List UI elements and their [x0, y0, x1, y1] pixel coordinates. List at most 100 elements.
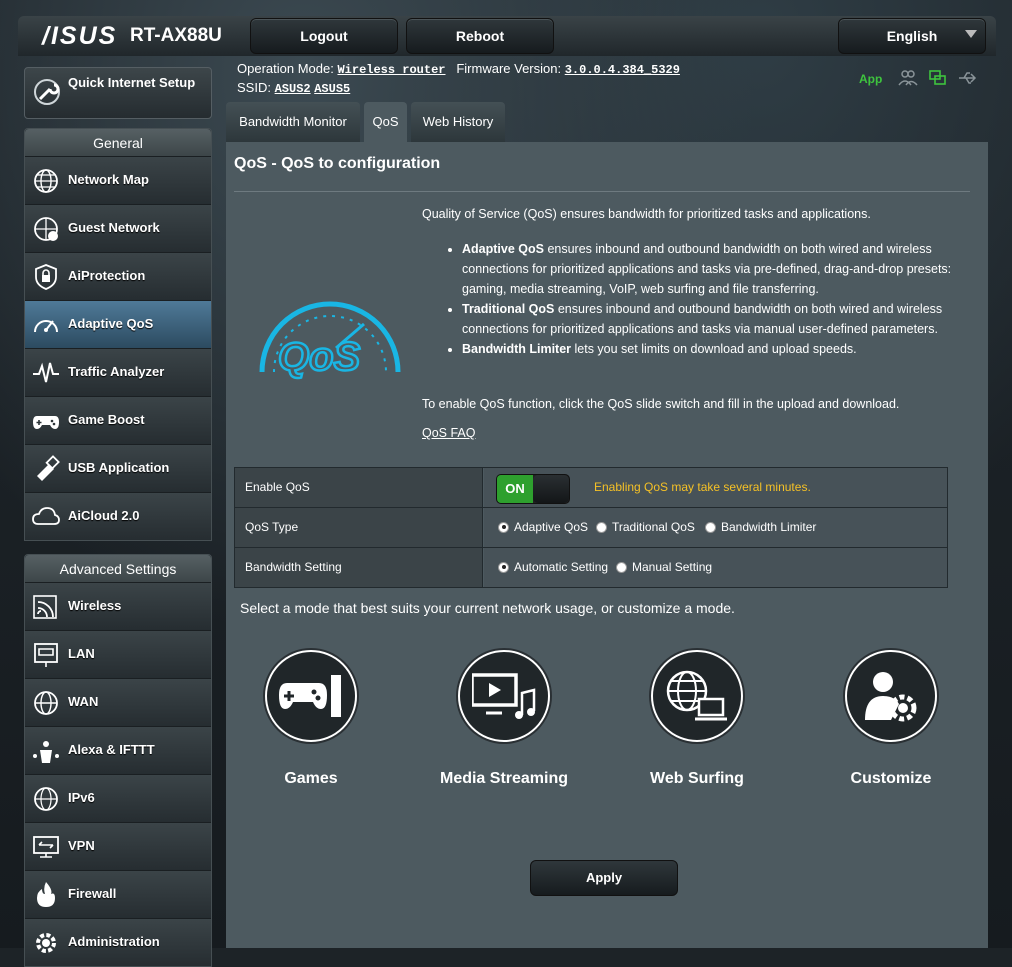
sidebar-item-firewall[interactable]: Firewall: [25, 870, 211, 918]
ssid-link-1[interactable]: ASUS2: [275, 82, 311, 96]
qos-faq-link[interactable]: QoS FAQ: [422, 426, 476, 440]
toggle-on-label: ON: [497, 475, 533, 503]
customize-icon: [865, 672, 917, 722]
sidebar-item-wireless[interactable]: Wireless: [25, 582, 211, 630]
sidebar-item-label: Firewall: [68, 886, 117, 901]
wan-globe-icon: [34, 691, 58, 715]
mode-games[interactable]: Games: [216, 650, 406, 788]
qos-warning: Enabling QoS may take several minutes.: [594, 480, 811, 494]
vpn-icon: [33, 836, 59, 858]
mode-circle: [845, 650, 937, 742]
tab-web-history[interactable]: Web History: [411, 102, 505, 142]
sidebar-item-label: Administration: [68, 934, 160, 949]
clients-icon[interactable]: [898, 68, 918, 88]
qos-type-cell: Adaptive QoS Traditional QoS Bandwidth L…: [484, 508, 947, 547]
apply-button[interactable]: Apply: [530, 860, 678, 896]
model-name: RT-AX88U: [130, 25, 222, 46]
list-item: Traditional QoS ensures inbound and outb…: [462, 299, 952, 339]
table-row: Enable QoS ON Enabling QoS may take seve…: [235, 468, 947, 508]
mode-circle: [265, 650, 357, 742]
sidebar-item-label: Adaptive QoS: [68, 316, 154, 331]
radio-automatic-setting[interactable]: Automatic Setting: [498, 560, 608, 574]
sidebar-item-aiprotection[interactable]: AiProtection: [25, 252, 211, 300]
qos-feature-list: Adaptive QoS ensures inbound and outboun…: [422, 239, 952, 359]
sidebar-item-network-map[interactable]: Network Map: [25, 156, 211, 204]
sidebar-item-lan[interactable]: LAN: [25, 630, 211, 678]
lock-icon: [35, 264, 57, 290]
sidebar-item-alexa-ifttt[interactable]: Alexa & IFTTT: [25, 726, 211, 774]
radio-dot: [705, 521, 716, 533]
app-link[interactable]: App: [859, 72, 882, 86]
top-header: /ISUS RT-AX88U Logout Reboot English: [18, 16, 996, 56]
reboot-button[interactable]: Reboot: [406, 18, 554, 54]
sidebar-item-wan[interactable]: WAN: [25, 678, 211, 726]
quick-internet-setup[interactable]: Quick Internet Setup: [24, 67, 212, 119]
sidebar-item-usb-application[interactable]: USB Application: [25, 444, 211, 492]
intro-text: Quality of Service (QoS) ensures bandwid…: [422, 207, 871, 221]
tab-qos[interactable]: QoS: [364, 102, 407, 142]
sidebar-item-game-boost[interactable]: Game Boost: [25, 396, 211, 444]
logout-button[interactable]: Logout: [250, 18, 398, 54]
radio-manual-setting[interactable]: Manual Setting: [616, 560, 712, 574]
firmware-link[interactable]: 3.0.0.4.384_5329: [565, 63, 680, 77]
sidebar-item-label: AiCloud 2.0: [68, 508, 140, 523]
tab-bandwidth-monitor[interactable]: Bandwidth Monitor: [226, 102, 360, 142]
sidebar-item-label: Traffic Analyzer: [68, 364, 165, 379]
cloud-icon: [32, 507, 60, 525]
mode-circle: [651, 650, 743, 742]
sidebar-item-label: IPv6: [68, 790, 95, 805]
mode-label: Web Surfing: [650, 770, 744, 787]
qos-logo-text: QoS: [278, 335, 361, 379]
wifi-icon: [33, 595, 57, 619]
operation-mode-row: Operation Mode: Wireless router Firmware…: [237, 61, 680, 77]
bandwidth-setting-label: Bandwidth Setting: [235, 548, 483, 587]
sidebar-item-administration[interactable]: Administration: [25, 918, 211, 966]
sidebar-item-adaptive-qos[interactable]: Adaptive QoS: [25, 300, 211, 348]
usb-status-icon[interactable]: [957, 68, 979, 88]
radio-label: Traditional QoS: [612, 520, 695, 534]
usb-icon: [37, 455, 60, 481]
sidebar-item-label: VPN: [68, 838, 95, 853]
sidebar-item-label: Alexa & IFTTT: [68, 742, 155, 757]
admin-gear-icon: [36, 933, 56, 953]
ssid-link-2[interactable]: ASUS5: [314, 82, 350, 96]
page-title: QoS - QoS to configuration: [234, 155, 441, 172]
operation-mode-link[interactable]: Wireless router: [337, 63, 445, 77]
enable-hint: To enable QoS function, click the QoS sl…: [422, 397, 900, 411]
list-item-title: Bandwidth Limiter: [462, 342, 572, 356]
chevron-down-icon: [965, 30, 977, 38]
alexa-icon: [33, 741, 59, 763]
radio-label: Automatic Setting: [514, 560, 609, 574]
sidebar-item-aicloud[interactable]: AiCloud 2.0: [25, 492, 211, 540]
enable-qos-label: Enable QoS: [235, 468, 483, 507]
sidebar-item-label: WAN: [68, 694, 99, 709]
radio-bandwidth-limiter[interactable]: Bandwidth Limiter: [705, 520, 816, 534]
bandwidth-setting-cell: Automatic Setting Manual Setting: [484, 548, 947, 587]
globe-icon: [34, 169, 58, 193]
sidebar-item-label: USB Application: [68, 460, 170, 475]
advanced-menu: Advanced Settings Wireless LAN WAN Alexa…: [24, 554, 212, 967]
sidebar-item-label: Game Boost: [68, 412, 145, 427]
language-select[interactable]: English: [838, 18, 986, 54]
radio-label: Manual Setting: [632, 560, 713, 574]
firmware-label: Firmware Version:: [456, 61, 562, 76]
mode-web-surfing[interactable]: Web Surfing: [602, 650, 792, 788]
mode-media-streaming[interactable]: Media Streaming: [409, 650, 599, 788]
network-status-icon[interactable]: [928, 68, 948, 88]
mode-customize[interactable]: Customize: [796, 650, 986, 788]
sidebar-item-vpn[interactable]: VPN: [25, 822, 211, 870]
sidebar-item-ipv6[interactable]: IPv6: [25, 774, 211, 822]
sidebar-item-guest-network[interactable]: Guest Network: [25, 204, 211, 252]
radio-adaptive-qos[interactable]: Adaptive QoS: [498, 520, 588, 534]
mode-prompt: Select a mode that best suits your curre…: [240, 600, 735, 616]
radio-traditional-qos[interactable]: Traditional QoS: [596, 520, 695, 534]
qos-settings-table: Enable QoS ON Enabling QoS may take seve…: [234, 467, 948, 588]
language-value: English: [886, 28, 938, 44]
ssid-label: SSID:: [237, 80, 271, 95]
media-icon: [472, 673, 536, 719]
sidebar-item-label: Guest Network: [68, 220, 160, 235]
gamepad-icon: [279, 675, 341, 717]
sidebar-item-traffic-analyzer[interactable]: Traffic Analyzer: [25, 348, 211, 396]
enable-qos-toggle[interactable]: ON: [496, 474, 570, 504]
web-icon: [666, 670, 727, 721]
